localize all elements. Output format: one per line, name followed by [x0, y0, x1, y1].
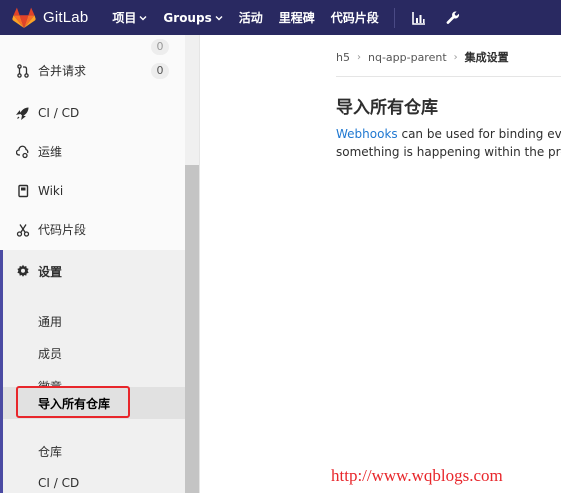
- sidebar-item-label: 代码片段: [38, 223, 87, 237]
- page-description: Webhooks can be used for binding events …: [336, 125, 561, 161]
- chevron-down-icon: [215, 15, 223, 20]
- nav-projects[interactable]: 项目: [104, 0, 155, 35]
- settings-sub-label: 仓库: [38, 444, 63, 459]
- breadcrumb-current[interactable]: 集成设置: [465, 49, 509, 65]
- top-navbar: GitLab 项目 Groups 活动 里程碑 代码片段: [0, 0, 561, 35]
- merge-request-icon: [16, 63, 30, 78]
- nav-projects-label: 项目: [112, 11, 137, 25]
- sidebar-item-merge-requests[interactable]: 合并请求 0: [0, 51, 185, 90]
- sidebar-item-wiki[interactable]: Wiki: [0, 171, 185, 210]
- sidebar-item-operations[interactable]: 运维: [0, 132, 185, 171]
- main-content: h5 › nq-app-parent › 集成设置 导入所有仓库 Webhook…: [200, 35, 561, 493]
- sidebar-settings-label: 设置: [38, 264, 63, 279]
- settings-sub-ci-cd[interactable]: CI / CD: [3, 467, 185, 493]
- sidebar-item-label: CI / CD: [38, 105, 80, 120]
- chevron-down-icon: [139, 15, 147, 20]
- sidebar-item-snippets[interactable]: 代码片段: [0, 210, 185, 249]
- nav-activity[interactable]: 活动: [231, 0, 271, 35]
- breadcrumb-divider: [336, 76, 561, 77]
- breadcrumb-project[interactable]: nq-app-parent: [368, 51, 447, 64]
- merge-request-count: 0: [151, 62, 169, 79]
- desc-text-2: something is happening within the projec…: [336, 145, 561, 159]
- sidebar-item-label: 运维: [38, 145, 63, 159]
- nav-milestones[interactable]: 里程碑: [271, 0, 323, 35]
- brand[interactable]: GitLab: [12, 0, 88, 35]
- desc-text-1: can be used for binding events: [401, 127, 561, 141]
- breadcrumb-chevron-icon: ›: [356, 51, 361, 63]
- nav-snippets[interactable]: 代码片段: [323, 0, 387, 35]
- cloud-gear-icon: [16, 145, 30, 159]
- breadcrumb: h5 › nq-app-parent › 集成设置: [336, 49, 509, 65]
- sidebar-item-label: 合并请求: [38, 64, 87, 78]
- brand-name: GitLab: [43, 9, 89, 26]
- breadcrumb-group[interactable]: h5: [336, 51, 350, 64]
- settings-sub-repository[interactable]: 仓库: [3, 435, 185, 467]
- sidebar-settings-section: 设置 通用 成员 徽章 导入所有仓库 仓库 CI / CD: [0, 250, 185, 493]
- annotation-highlight-box: [16, 386, 130, 418]
- settings-sub-members[interactable]: 成员: [3, 337, 185, 369]
- settings-sub-general[interactable]: 通用: [3, 305, 185, 337]
- settings-sub-label: 通用: [38, 314, 63, 329]
- nav-divider: [393, 7, 395, 28]
- sidebar: 0 合并请求 0 CI / CD 运维 Wiki 代码片段 设置 通用 成员 导…: [0, 35, 186, 493]
- settings-sub-label: 成员: [38, 346, 63, 361]
- nav-items: 项目 Groups 活动 里程碑 代码片段: [104, 0, 469, 35]
- breadcrumb-chevron-icon: ›: [453, 51, 458, 63]
- chart-icon[interactable]: [402, 10, 436, 26]
- settings-sub-label: CI / CD: [38, 476, 80, 490]
- sidebar-scrollbar-thumb[interactable]: [185, 165, 199, 493]
- nav-groups[interactable]: Groups: [155, 0, 230, 35]
- scissors-icon: [16, 223, 30, 237]
- wrench-icon[interactable]: [436, 10, 470, 26]
- sidebar-item-ci-cd[interactable]: CI / CD: [0, 93, 185, 132]
- gitlab-logo-icon: [12, 7, 36, 28]
- watermark: http://www.wqblogs.com: [331, 466, 503, 485]
- page-title: 导入所有仓库: [336, 98, 438, 118]
- webhooks-link[interactable]: Webhooks: [336, 127, 398, 141]
- sidebar-item-settings[interactable]: 设置: [3, 252, 185, 290]
- rocket-icon: [16, 106, 30, 120]
- gear-icon: [16, 264, 30, 278]
- book-icon: [16, 184, 30, 198]
- sidebar-item-label: Wiki: [38, 183, 64, 198]
- sidebar-scrollbar[interactable]: [185, 35, 200, 493]
- nav-groups-label: Groups: [163, 10, 212, 25]
